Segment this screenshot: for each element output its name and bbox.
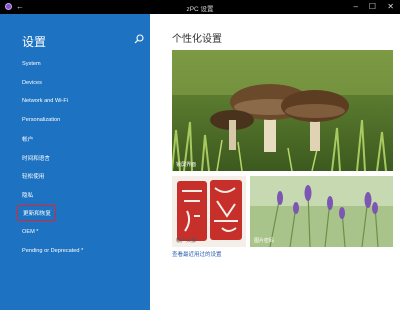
lock-screen-tile[interactable]: 锁屏界面 <box>172 50 393 171</box>
sidebar-item-update-recovery[interactable]: 更新和恢复 <box>17 205 56 221</box>
sidebar-item-devices[interactable]: Devices <box>22 80 42 86</box>
window-title: zPC 设置 <box>186 6 214 13</box>
account-picture-label: 帐户头像 <box>176 238 197 244</box>
sidebar-item-oem[interactable]: OEM * <box>22 229 38 235</box>
recent-settings-link[interactable]: 查看最近用过的设置 <box>172 250 222 258</box>
maximize-button[interactable]: ☐ <box>369 2 376 11</box>
sidebar-item-privacy[interactable]: 隐私 <box>22 191 33 199</box>
sidebar-item-personalization[interactable]: Personalization <box>22 117 60 123</box>
sidebar-item-network[interactable]: Network and Wi-Fi <box>22 98 68 104</box>
sidebar-item-time-language[interactable]: 时间和语言 <box>22 154 50 162</box>
sidebar-item-system[interactable]: System <box>22 61 41 67</box>
title-bar: ← zPC 设置 – ☐ ✕ <box>0 0 400 14</box>
minimize-button[interactable]: – <box>354 2 358 11</box>
sidebar-item-ease-of-access[interactable]: 轻松使用 <box>22 172 44 180</box>
sidebar-item-pending[interactable]: Pending or Deprecated * <box>22 248 83 254</box>
settings-sidebar: 设置 System Devices Network and Wi-Fi Pers… <box>0 14 150 310</box>
personalization-panel: 个性化设置 锁屏界面 帐户头像 图片密码 查看最近用过的设置 <box>150 14 400 310</box>
lock-screen-label: 锁屏界面 <box>176 162 197 168</box>
close-button[interactable]: ✕ <box>387 2 394 11</box>
picture-password-tile[interactable]: 图片密码 <box>250 176 393 247</box>
account-picture-tile[interactable]: 帐户头像 <box>172 176 246 247</box>
sidebar-item-accounts[interactable]: 帐户 <box>22 135 33 143</box>
search-icon[interactable] <box>134 34 144 44</box>
mushroom-image <box>172 50 393 171</box>
picture-password-label: 图片密码 <box>254 238 275 244</box>
page-title: 个性化设置 <box>172 34 222 45</box>
sidebar-heading: 设置 <box>22 35 47 49</box>
